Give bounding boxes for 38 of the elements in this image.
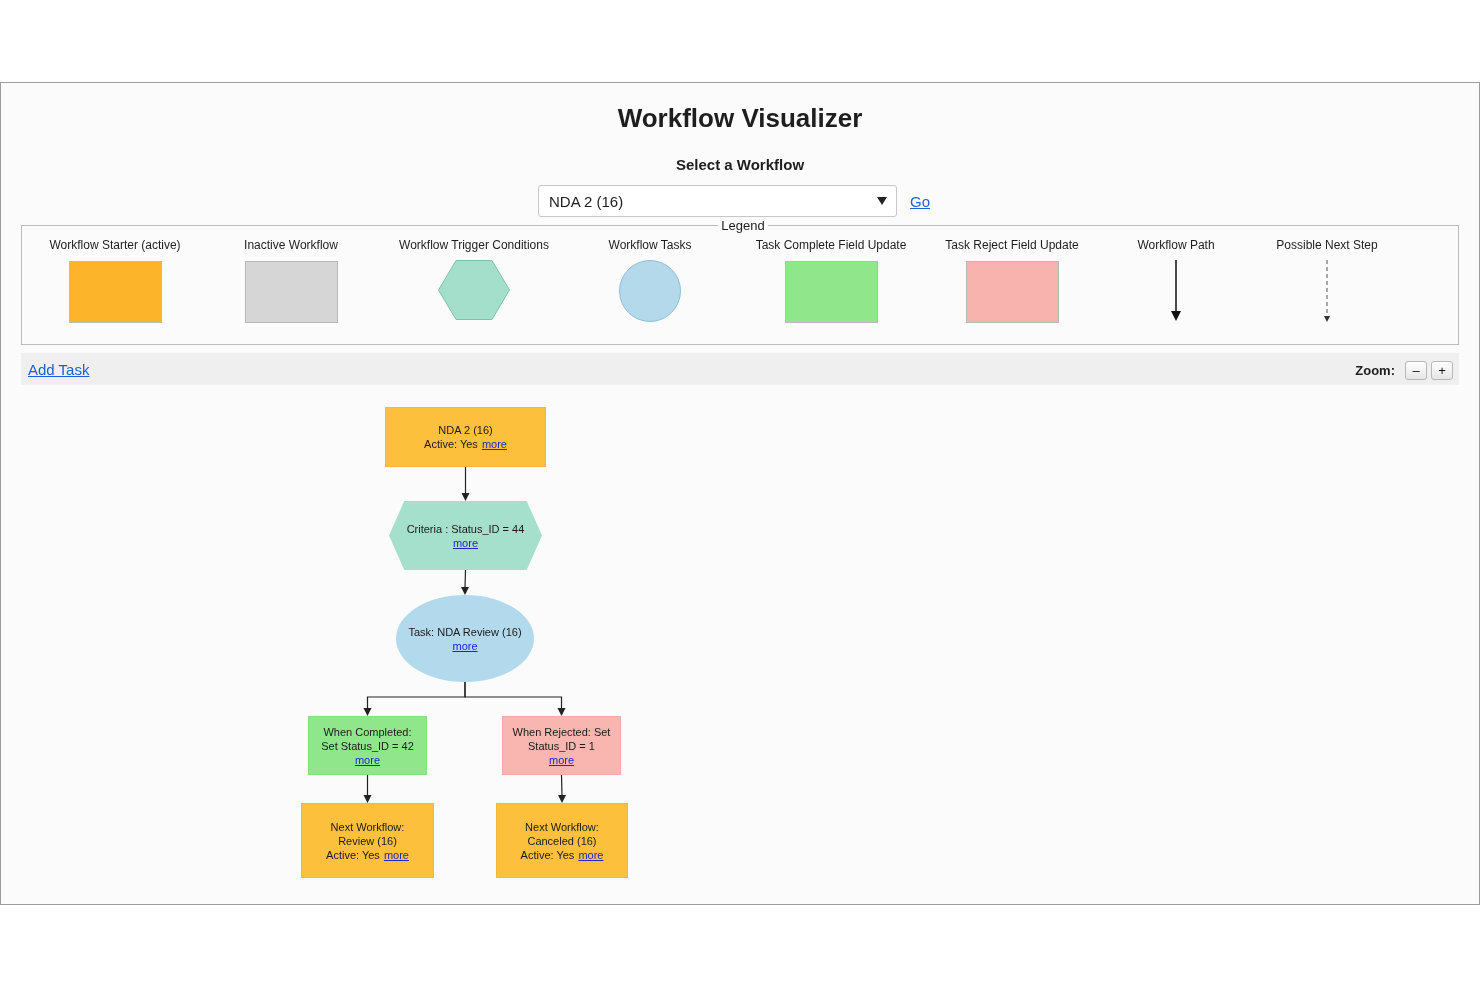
more-link[interactable]: more xyxy=(452,638,478,653)
more-link[interactable]: more xyxy=(452,535,478,550)
node-label: When Rejected: Set Status_ID = 1 xyxy=(512,725,611,752)
legend-label: Task Complete Field Update xyxy=(755,237,907,253)
node-label: Next Workflow: Canceled (16) Active: Yes more xyxy=(519,819,605,862)
caret-icon xyxy=(877,197,887,205)
legend-label: Inactive Workflow xyxy=(244,237,338,253)
more-link[interactable]: more xyxy=(578,848,604,861)
node-label: Next Workflow: Review (16) Active: Yes more xyxy=(325,819,410,862)
node-label: Criteria : Status_ID = 44 xyxy=(406,522,525,535)
legend-title: Legend xyxy=(720,218,766,233)
node-label: When Completed: Set Status_ID = 42 xyxy=(321,725,414,752)
workflow-dropdown[interactable]: NDA 2 (16) xyxy=(538,185,897,217)
more-link[interactable]: more xyxy=(548,752,575,767)
zoom-button[interactable]: + xyxy=(1431,361,1453,380)
select-label: Select a Workflow xyxy=(675,155,805,175)
go-link[interactable]: Go xyxy=(910,192,930,210)
more-link[interactable]: more xyxy=(383,848,409,861)
more-link[interactable]: more xyxy=(354,752,380,767)
zoom-button[interactable]: – xyxy=(1405,361,1427,380)
connector-arrow xyxy=(461,466,470,501)
legend-label: Workflow Tasks xyxy=(608,237,692,253)
legend-label: Workflow Starter (active) xyxy=(49,237,181,253)
connector-arrow xyxy=(363,774,372,803)
node-label: Task: NDA Review (16) xyxy=(408,625,522,638)
legend-label: Workflow Trigger Conditions xyxy=(399,237,549,253)
arrow-down-icon xyxy=(1171,260,1181,321)
legend-label: Workflow Path xyxy=(1137,237,1215,253)
connector-arrow xyxy=(461,569,469,595)
node-label: NDA 2 (16) Active: Yes more xyxy=(423,423,508,451)
more-link[interactable]: more xyxy=(481,438,507,450)
page-title: Workflow Visualizer xyxy=(617,102,863,134)
zoom-label: Zoom: xyxy=(1355,363,1395,378)
legend-label: Task Reject Field Update xyxy=(945,237,1079,253)
dashed-arrow-icon xyxy=(1323,260,1331,322)
legend-label: Possible Next Step xyxy=(1276,237,1378,253)
add-task-link[interactable]: Add Task xyxy=(28,360,90,378)
connector-arrow xyxy=(558,774,566,803)
